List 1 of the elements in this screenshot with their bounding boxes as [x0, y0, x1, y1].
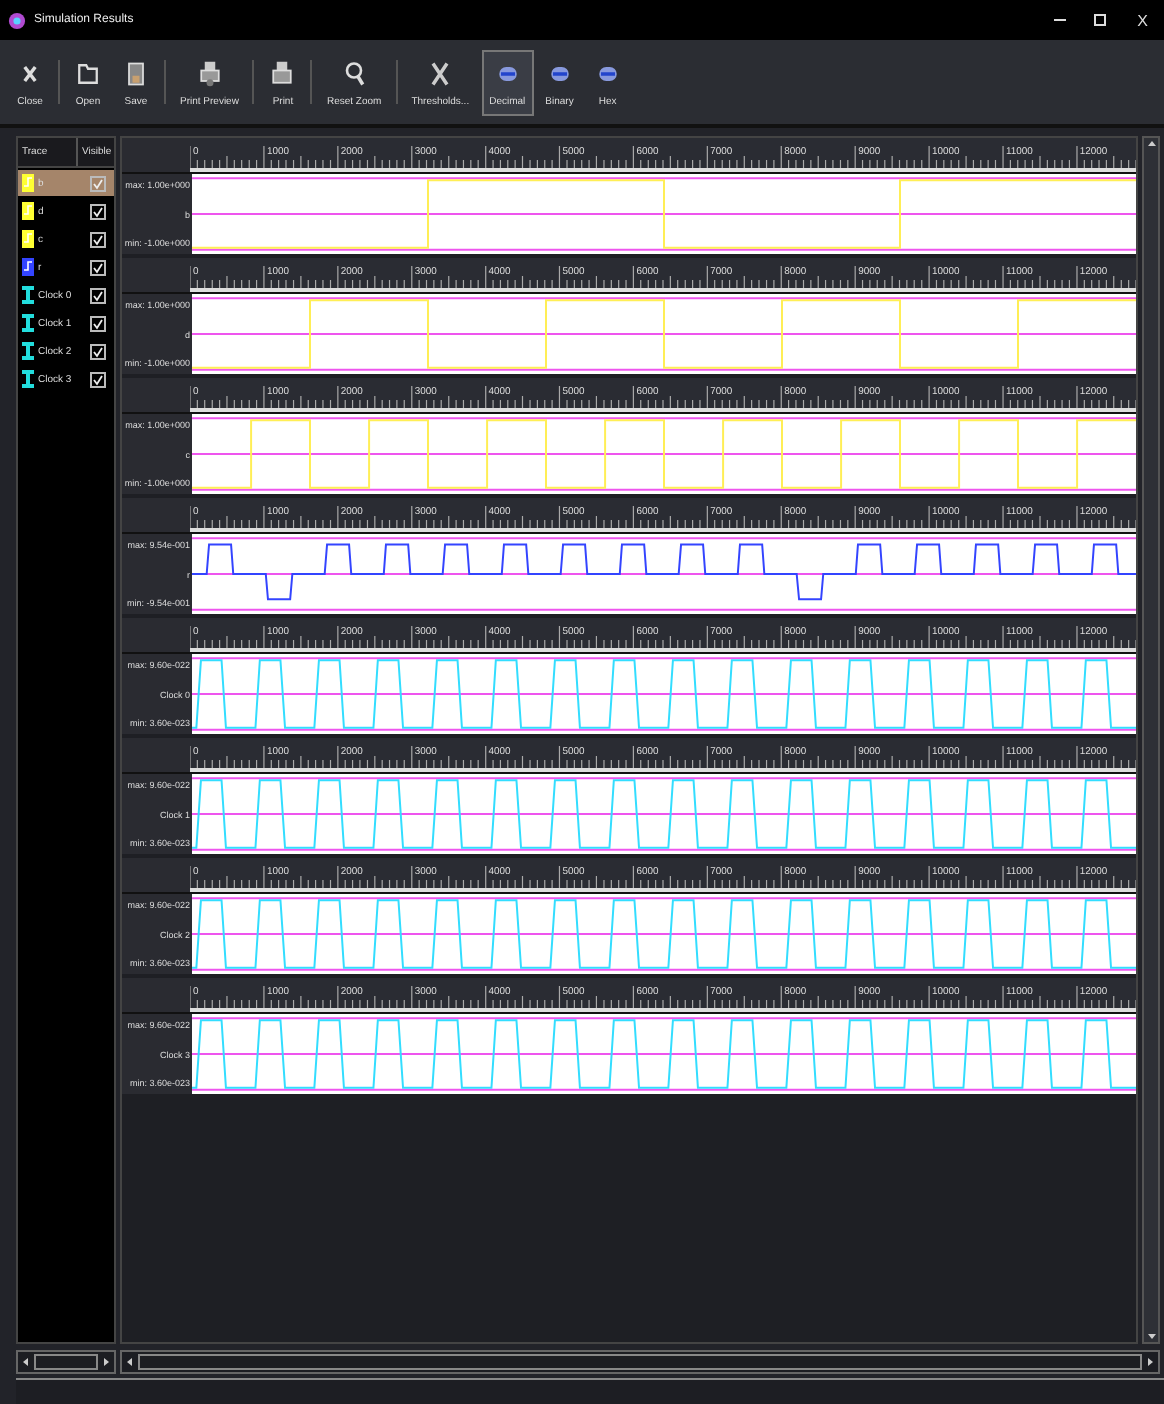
window-close-control[interactable]: X	[1133, 11, 1152, 29]
